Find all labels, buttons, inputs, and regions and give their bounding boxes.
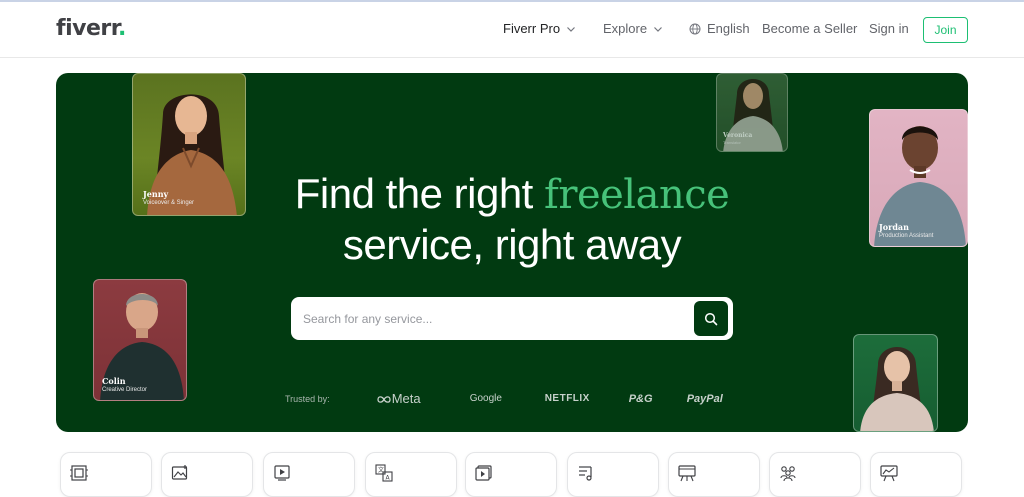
chevron-down-icon xyxy=(654,26,663,32)
globe-icon xyxy=(689,23,701,34)
google-logo: Google xyxy=(469,393,502,404)
category-tile[interactable] xyxy=(769,452,861,497)
freelancer-card-veronica[interactable]: Veronica Translator xyxy=(716,73,788,152)
category-tile[interactable] xyxy=(870,452,962,497)
hero-headline: Find the right freelance service, right … xyxy=(56,169,968,270)
join-button-label: Join xyxy=(934,23,957,37)
logo-text: fiverr xyxy=(56,16,118,41)
video-animation-icon xyxy=(475,465,492,481)
nav-become-seller[interactable]: Become a Seller xyxy=(762,21,857,36)
digital-marketing-icon xyxy=(274,465,290,481)
nav-sign-in-label: Sign in xyxy=(869,21,909,36)
nav-language[interactable]: English xyxy=(689,21,750,36)
data-icon xyxy=(880,465,898,482)
music-audio-icon xyxy=(579,466,592,481)
nav-language-label: English xyxy=(707,21,750,36)
logo-dot: . xyxy=(117,16,126,41)
netflix-logo: NETFLIX xyxy=(544,393,590,404)
graphics-design-icon xyxy=(171,465,188,480)
hero-banner: Jenny Voiceover & Singer Colin Creative … xyxy=(56,73,968,432)
join-button[interactable]: Join xyxy=(923,17,968,43)
chevron-down-icon xyxy=(567,26,575,32)
search-input[interactable] xyxy=(303,297,693,340)
search-bar xyxy=(291,297,733,340)
nav-become-seller-label: Become a Seller xyxy=(762,21,858,36)
site-header: fiverr. Fiverr Pro Explore English Becom… xyxy=(0,2,1024,58)
person-photo xyxy=(860,347,934,431)
category-tile[interactable] xyxy=(263,452,355,497)
hero-title-accent: freelance xyxy=(544,172,730,218)
card-role: Creative Director xyxy=(102,387,148,393)
category-tile[interactable] xyxy=(465,452,557,497)
writing-translation-icon: 文A xyxy=(375,464,393,482)
hero-title-part1: Find the right xyxy=(294,170,545,217)
pg-logo: P&G xyxy=(628,392,653,405)
meta-logo: Meta xyxy=(376,391,470,406)
nav-explore[interactable]: Explore xyxy=(603,21,663,36)
hero-title-line2: service, right away xyxy=(342,221,682,268)
card-name: Colin xyxy=(102,376,126,386)
trusted-by-row: Trusted by: Meta Google NETFLIX P&G PayP… xyxy=(285,391,723,406)
paypal-logo: PayPal xyxy=(686,392,723,405)
category-tile[interactable] xyxy=(668,452,760,497)
programming-icon xyxy=(70,465,88,481)
category-tile[interactable] xyxy=(567,452,659,497)
card-name: Veronica xyxy=(723,132,753,139)
search-icon xyxy=(704,312,718,325)
business-icon xyxy=(678,465,696,482)
nav-fiverr-pro[interactable]: Fiverr Pro xyxy=(503,21,576,36)
brand-meta-text: Meta xyxy=(391,391,421,406)
category-tile[interactable]: 文A xyxy=(365,452,457,497)
category-tile[interactable] xyxy=(161,452,253,497)
meta-infinity-icon xyxy=(377,396,391,403)
freelancer-card-colin[interactable]: Colin Creative Director xyxy=(93,279,187,401)
fiverr-logo[interactable]: fiverr. xyxy=(56,16,126,41)
nav-fiverr-pro-label: Fiverr Pro xyxy=(503,21,561,36)
freelancer-card-woman[interactable] xyxy=(853,334,938,432)
category-tile[interactable] xyxy=(60,452,152,497)
trusted-by-label: Trusted by: xyxy=(285,393,330,404)
nav-sign-in[interactable]: Sign in xyxy=(869,21,909,36)
category-tiles: 文A xyxy=(60,452,970,497)
card-role: Translator xyxy=(723,140,741,145)
search-button[interactable] xyxy=(694,301,728,336)
nav-explore-label: Explore xyxy=(603,21,648,36)
consulting-icon xyxy=(780,466,796,482)
